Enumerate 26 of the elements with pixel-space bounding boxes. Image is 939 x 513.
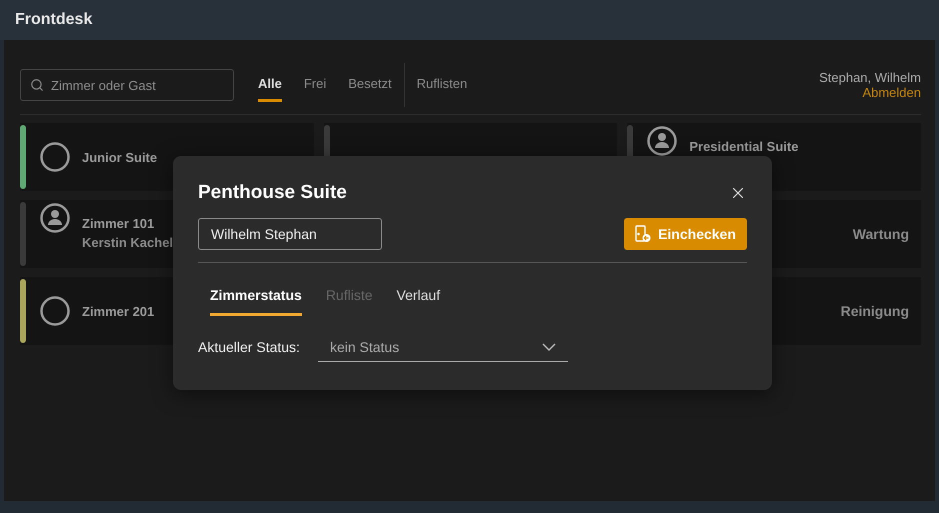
user-name: Stephan, Wilhelm [819, 70, 921, 85]
window-title: Frontdesk [15, 11, 92, 29]
room-name: Junior Suite [82, 150, 158, 164]
circle-icon [40, 296, 70, 326]
filter-tab[interactable]: Besetzt [348, 68, 392, 102]
dialog-tab[interactable]: Verlauf [396, 287, 440, 316]
room-name: Zimmer 101 [82, 216, 156, 231]
room-status: Wartung [852, 226, 910, 242]
search-icon [30, 78, 44, 92]
chevron-down-icon [542, 342, 556, 350]
filter-tab[interactable]: Ruflisten [416, 68, 468, 102]
search-field[interactable]: Zimmer oder Gast [20, 69, 234, 101]
guest-name-field[interactable]: Wilhelm Stephan [198, 218, 382, 250]
circle-icon [40, 142, 70, 172]
person-icon [40, 203, 70, 233]
room-name: Zimmer 201 [82, 304, 154, 318]
guest-name: Kerstin Kachel [82, 235, 174, 250]
room-name: Presidential Suite [689, 139, 798, 154]
room-status: Reinigung [840, 303, 910, 319]
filter-tab[interactable]: Frei [304, 68, 326, 102]
logout-link[interactable]: Abmelden [862, 85, 921, 100]
door-icon [635, 225, 652, 243]
status-dropdown[interactable]: kein Status [318, 332, 568, 362]
dialog-tab[interactable]: Zimmerstatus [210, 287, 302, 316]
person-icon [647, 126, 678, 156]
filter-tab[interactable]: Alle [258, 68, 282, 102]
